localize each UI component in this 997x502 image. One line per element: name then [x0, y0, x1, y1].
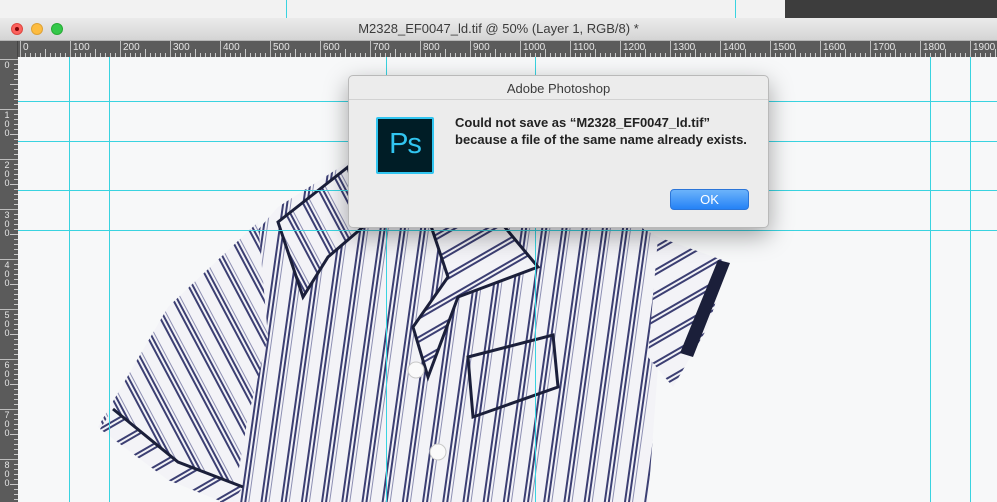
guide-line — [69, 57, 70, 502]
ruler-minor-tick — [10, 284, 18, 285]
ruler-minor-tick — [10, 134, 18, 135]
ruler-minor-tick — [10, 334, 18, 335]
ruler-major-tick — [770, 41, 771, 57]
background-window-strip — [0, 0, 997, 18]
ruler-label: 100 — [73, 42, 90, 53]
ruler-minor-tick — [95, 49, 96, 57]
guide-line — [18, 230, 997, 231]
ruler-minor-tick — [345, 49, 346, 57]
ruler-minor-tick — [445, 49, 446, 57]
ruler-minor-tick — [10, 84, 18, 85]
window-titlebar[interactable]: M2328_EF0047_ld.tif @ 50% (Layer 1, RGB/… — [0, 18, 997, 41]
guide-line — [109, 57, 110, 502]
ruler-minor-tick — [10, 234, 18, 235]
window-title: M2328_EF0047_ld.tif @ 50% (Layer 1, RGB/… — [358, 21, 639, 36]
ruler-minor-tick — [10, 184, 18, 185]
ruler-label: 200 — [123, 42, 140, 53]
photoshop-app-icon: Ps — [376, 117, 434, 174]
ruler-minor-tick — [245, 49, 246, 57]
dialog-message: Could not save as “M2328_EF0047_ld.tif” … — [455, 115, 747, 147]
ruler-major-tick — [170, 41, 171, 57]
ruler-minor-tick — [995, 49, 996, 57]
ruler-minor-tick — [195, 49, 196, 57]
ruler-label: 1800 — [923, 42, 946, 53]
ruler-label: 1300 — [673, 42, 696, 53]
dialog-title-separator — [349, 99, 768, 100]
ruler-major-tick — [720, 41, 721, 57]
ruler-major-tick — [420, 41, 421, 57]
ruler-major-tick — [820, 41, 821, 57]
ruler-minor-tick — [10, 434, 18, 435]
dialog-title: Adobe Photoshop — [506, 81, 611, 96]
ruler-minor-tick — [695, 49, 696, 57]
ruler-major-tick — [270, 41, 271, 57]
vertical-ruler[interactable]: 0100200300400500600700800 — [0, 57, 18, 502]
ok-button[interactable]: OK — [670, 189, 749, 210]
ruler-label: 1900 — [973, 42, 996, 53]
ruler-minor-tick — [795, 49, 796, 57]
ruler-minor-tick — [395, 49, 396, 57]
guide-line — [930, 57, 931, 502]
ruler-label: 1500 — [773, 42, 796, 53]
ruler-major-tick — [20, 41, 21, 57]
ruler-minor-tick — [10, 484, 18, 485]
ruler-major-tick — [120, 41, 121, 57]
ruler-major-tick — [920, 41, 921, 57]
guide-line — [735, 0, 736, 18]
ruler-label: 0 — [4, 60, 10, 70]
ruler-minor-tick — [495, 49, 496, 57]
ruler-label: 1600 — [823, 42, 846, 53]
ruler-minor-tick — [895, 49, 896, 57]
ruler-minor-tick — [145, 49, 146, 57]
ruler-label: 600 — [323, 42, 340, 53]
ruler-label: 800 — [423, 42, 440, 53]
ruler-minor-tick — [645, 49, 646, 57]
ruler-minor-tick — [545, 49, 546, 57]
ruler-major-tick — [870, 41, 871, 57]
ruler-major-tick — [620, 41, 621, 57]
ruler-minor-tick — [945, 49, 946, 57]
ruler-minor-tick — [295, 49, 296, 57]
ruler-label: 1100 — [573, 42, 595, 53]
ruler-label: 1000 — [523, 42, 546, 53]
guide-line — [970, 57, 971, 502]
ruler-major-tick — [970, 41, 971, 57]
ruler-major-tick — [470, 41, 471, 57]
background-window — [0, 0, 785, 18]
ruler-minor-tick — [45, 49, 46, 57]
ruler-label: 400 — [223, 42, 240, 53]
ruler-label: 1400 — [723, 42, 746, 53]
ruler-major-tick — [220, 41, 221, 57]
ruler-label: 300 — [173, 42, 190, 53]
ruler-label: 1700 — [873, 42, 896, 53]
ruler-major-tick — [370, 41, 371, 57]
ruler-major-tick — [670, 41, 671, 57]
ruler-label: 900 — [473, 42, 490, 53]
horizontal-ruler[interactable]: 0 100 200 300 400 500 600 700 800 900 1000 1100 1200… — [0, 41, 997, 57]
ruler-minor-tick — [10, 384, 18, 385]
ruler-origin-corner[interactable] — [0, 41, 18, 57]
ruler-minor-tick — [845, 49, 846, 57]
save-error-dialog: Adobe Photoshop Ps Could not save as “M2… — [348, 75, 769, 228]
ruler-minor-tick — [745, 49, 746, 57]
ruler-label: 1200 — [623, 42, 646, 53]
ruler-major-tick — [320, 41, 321, 57]
ruler-major-tick — [520, 41, 521, 57]
photoshop-icon-text: Ps — [389, 128, 422, 160]
ruler-minor-tick — [595, 49, 596, 57]
ruler-label: 500 — [273, 42, 290, 53]
ruler-major-tick — [570, 41, 571, 57]
ruler-label: 0 — [23, 42, 29, 53]
ruler-major-tick — [70, 41, 71, 57]
ruler-label: 700 — [373, 42, 390, 53]
guide-line — [286, 0, 287, 18]
